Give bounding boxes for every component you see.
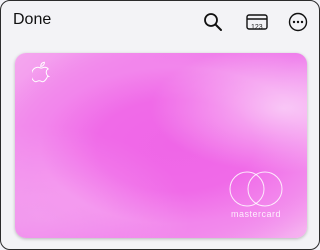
card-number-label: 123 <box>251 24 263 31</box>
card-number-icon[interactable]: 123 <box>243 10 271 34</box>
wallet-card-view: Done 123 mastercard <box>0 0 320 250</box>
apple-logo <box>32 61 50 83</box>
search-icon[interactable] <box>201 10 225 34</box>
network-label: mastercard <box>230 209 281 219</box>
mastercard-logo: mastercard <box>223 170 289 228</box>
apple-card[interactable]: mastercard <box>15 53 307 238</box>
done-button[interactable]: Done <box>13 11 51 29</box>
more-icon[interactable] <box>286 10 310 34</box>
